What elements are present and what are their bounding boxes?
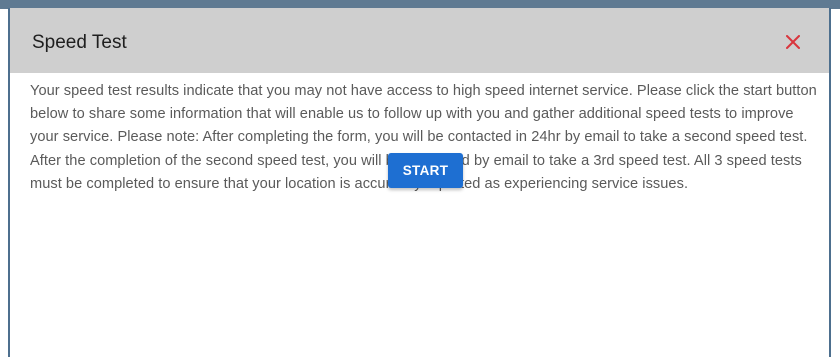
start-button[interactable]: START [388, 153, 463, 188]
speed-test-dialog: Speed Test Your speed test results indic… [8, 8, 831, 357]
dialog-header: Speed Test [10, 8, 829, 73]
close-button[interactable] [779, 28, 807, 56]
close-icon [786, 35, 800, 49]
dialog-title: Speed Test [32, 32, 127, 53]
